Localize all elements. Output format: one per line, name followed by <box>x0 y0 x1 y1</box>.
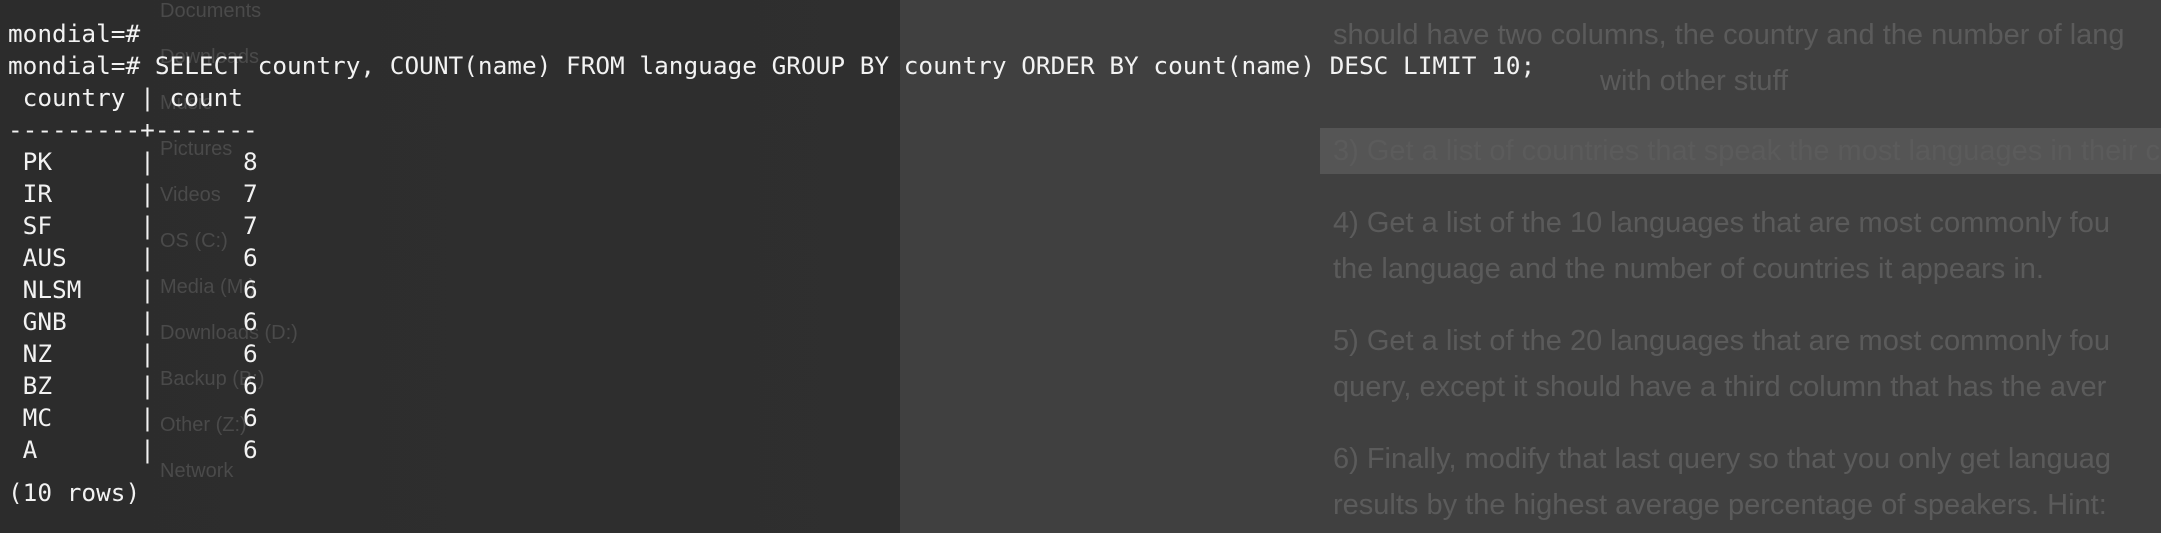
result-row: SF | 7 <box>8 211 258 240</box>
result-row: MC | 6 <box>8 403 258 432</box>
result-row: BZ | 6 <box>8 371 258 400</box>
prompt-line: mondial=# <box>8 19 141 48</box>
result-row: A | 6 <box>8 435 258 464</box>
result-row: PK | 8 <box>8 147 258 176</box>
result-row: IR | 7 <box>8 179 258 208</box>
sql-command-line: mondial=# SELECT country, COUNT(name) FR… <box>8 51 1536 80</box>
result-footer: (10 rows) <box>8 478 141 507</box>
result-row: NLSM | 6 <box>8 275 258 304</box>
result-row: AUS | 6 <box>8 243 258 272</box>
result-header: country | count <box>8 83 243 112</box>
result-row: GNB | 6 <box>8 307 258 336</box>
result-separator: ---------+------- <box>8 115 258 144</box>
result-row: NZ | 6 <box>8 339 258 368</box>
terminal-output[interactable]: mondial=# mondial=# SELECT country, COUN… <box>0 0 2161 533</box>
